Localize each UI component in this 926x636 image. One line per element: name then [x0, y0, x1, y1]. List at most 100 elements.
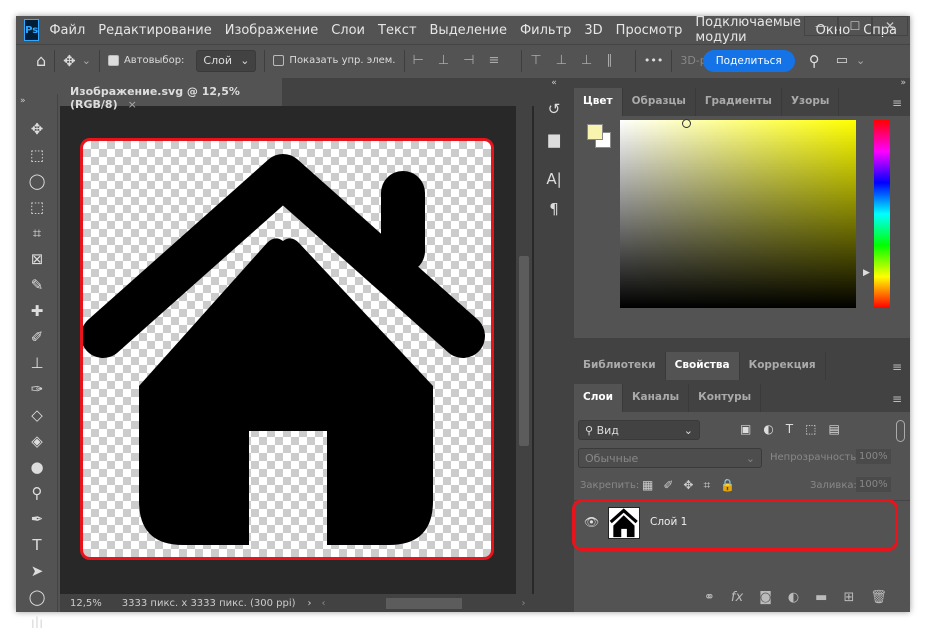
align-icons[interactable]: ⊢⊥⊣≡ — [413, 53, 514, 68]
autoselect-checkbox[interactable] — [107, 55, 119, 66]
chevron-down-icon[interactable]: ⌄ — [82, 54, 91, 67]
lasso-tool[interactable]: ◯ — [22, 168, 52, 194]
object-selection-tool[interactable]: ⬚ — [22, 194, 52, 220]
move-tool[interactable]: ✥ — [22, 116, 52, 142]
menu-file[interactable]: Файл — [49, 23, 85, 38]
properties-menu-icon[interactable]: ≡ — [892, 360, 902, 374]
workspace-chevron-icon[interactable]: ⌄ — [856, 54, 865, 67]
canvas[interactable] — [80, 138, 494, 560]
zoom-level[interactable]: 12,5% — [70, 598, 102, 609]
blend-mode-dropdown[interactable]: Обычные ⌄ — [578, 448, 762, 468]
dodge-tool[interactable]: ⚲ — [22, 480, 52, 506]
autoselect-dropdown[interactable]: Слой ⌄ — [196, 49, 257, 72]
menu-layers[interactable]: Слои — [331, 23, 365, 38]
more-options-button[interactable]: ••• — [644, 54, 663, 67]
search-icon[interactable]: ⚲ — [809, 52, 820, 70]
menu-plugins[interactable]: Подключаемые модули — [695, 15, 802, 45]
properties-panel: Библиотеки Свойства Коррекция ≡ — [574, 352, 910, 380]
share-button[interactable]: Поделиться — [702, 49, 795, 72]
blur-tool[interactable]: ● — [22, 454, 52, 480]
filter-type-icons[interactable]: ▣◐T⬚▤ — [740, 422, 852, 436]
lock-icons[interactable]: ▦✐✥⌗🔒 — [642, 478, 745, 493]
tab-libraries[interactable]: Библиотеки — [574, 352, 666, 380]
collapse-panels-icon[interactable]: » — [574, 78, 910, 88]
right-panels: » Цвет Образцы Градиенты Узоры ≡ ▶ Библи… — [572, 78, 910, 612]
pen-tool[interactable]: ✒ — [22, 506, 52, 532]
home-icon[interactable]: ⌂ — [36, 51, 46, 70]
scroll-left-icon[interactable]: ‹ — [322, 598, 326, 609]
minimize-button[interactable]: — — [804, 16, 838, 36]
history-brush-tool[interactable]: ✑ — [22, 376, 52, 402]
move-tool-icon[interactable]: ✥ — [63, 52, 76, 70]
healing-tool[interactable]: ✚ — [22, 298, 52, 324]
menu-3d[interactable]: 3D — [584, 23, 602, 38]
tab-channels[interactable]: Каналы — [623, 384, 690, 412]
info-arrow-icon[interactable]: › — [308, 598, 312, 609]
filter-toggle[interactable] — [896, 420, 905, 442]
hue-slider-handle[interactable]: ▶ — [863, 268, 870, 278]
scroll-right-icon[interactable]: › — [522, 598, 526, 609]
layer-row[interactable]: 👁 Слой 1 — [572, 499, 910, 551]
color-picker-handle[interactable] — [682, 119, 691, 128]
maximize-button[interactable]: ☐ — [838, 16, 872, 36]
paragraph-icon[interactable]: ¶ — [539, 196, 569, 222]
crop-tool[interactable]: ⌗ — [22, 220, 52, 246]
character-icon[interactable]: A| — [539, 166, 569, 192]
shape-tool[interactable]: ◯ — [22, 584, 52, 610]
marquee-tool[interactable]: ⬚ — [22, 142, 52, 168]
brush-tool[interactable]: ✐ — [22, 324, 52, 350]
horizontal-scrollbar[interactable] — [385, 597, 462, 609]
menu-filter[interactable]: Фильтр — [520, 23, 571, 38]
mask-icon[interactable]: ◙ — [759, 590, 772, 605]
tab-swatches[interactable]: Образцы — [623, 88, 696, 116]
lock-label: Закрепить: — [580, 480, 640, 491]
tab-patterns[interactable]: Узоры — [782, 88, 840, 116]
paint-bucket-tool[interactable]: ◈ — [22, 428, 52, 454]
link-icon[interactable]: ⚭ — [704, 590, 715, 605]
fx-icon[interactable]: fx — [731, 590, 743, 605]
menu-type[interactable]: Текст — [378, 23, 417, 38]
eraser-tool[interactable]: ◇ — [22, 402, 52, 428]
type-tool[interactable]: T — [22, 532, 52, 558]
adjustment-icon[interactable]: ◐ — [788, 590, 799, 605]
comments-icon[interactable]: ▆ — [539, 126, 569, 152]
tab-gradients[interactable]: Градиенты — [696, 88, 782, 116]
collapse-icon[interactable]: » — [16, 94, 57, 108]
panel-menu-icon[interactable]: ≡ — [892, 96, 902, 110]
tab-layers[interactable]: Слои — [574, 384, 623, 412]
close-window-button[interactable]: ✕ — [872, 16, 908, 36]
path-selection-tool[interactable]: ➤ — [22, 558, 52, 584]
hue-slider[interactable] — [874, 120, 890, 308]
tab-properties[interactable]: Свойства — [665, 352, 740, 380]
document-tab[interactable]: Изображение.svg @ 12,5% (RGB/8) × — [60, 78, 282, 111]
frame-tool[interactable]: ⊠ — [22, 246, 52, 272]
menu-select[interactable]: Выделение — [430, 23, 507, 38]
group-folder-icon[interactable]: ▬ — [815, 590, 827, 605]
color-field[interactable] — [620, 119, 856, 308]
layer-filter-dropdown[interactable]: ⚲ Вид ⌄ — [578, 420, 700, 440]
stamp-tool[interactable]: ⊥ — [22, 350, 52, 376]
distribute-icons[interactable]: ⊤⊥⊥∥ — [530, 53, 626, 68]
fill-input[interactable]: 100% — [856, 477, 891, 492]
more-tools[interactable]: ılı — [22, 610, 52, 636]
tab-paths[interactable]: Контуры — [689, 384, 762, 412]
eyedropper-tool[interactable]: ✎ — [22, 272, 52, 298]
tab-adjustments[interactable]: Коррекция — [740, 352, 826, 380]
workspace-icon[interactable]: ▭ — [836, 53, 848, 68]
history-icon[interactable]: ↺ — [539, 96, 569, 122]
collapse-dock-icon[interactable]: « — [534, 78, 574, 88]
menu-view[interactable]: Просмотр — [616, 23, 683, 38]
show-controls-checkbox[interactable] — [273, 55, 285, 66]
close-tab-icon[interactable]: × — [128, 98, 137, 111]
layers-menu-icon[interactable]: ≡ — [892, 392, 902, 406]
opacity-input[interactable]: 100% — [856, 449, 891, 464]
menu-edit[interactable]: Редактирование — [98, 23, 211, 38]
vertical-scrollbar[interactable] — [516, 106, 532, 594]
autoselect-label: Автовыбор: — [123, 55, 185, 66]
tab-color[interactable]: Цвет — [574, 88, 623, 116]
trash-icon[interactable]: 🗑 — [870, 590, 887, 605]
menu-image[interactable]: Изображение — [225, 23, 318, 38]
foreground-color-swatch[interactable] — [587, 124, 603, 140]
tools-panel: » ✥ ⬚ ◯ ⬚ ⌗ ⊠ ✎ ✚ ✐ ⊥ ✑ ◇ ◈ ● ⚲ ✒ T ➤ ◯ … — [16, 94, 58, 632]
new-layer-icon[interactable]: ⊞ — [843, 590, 854, 605]
